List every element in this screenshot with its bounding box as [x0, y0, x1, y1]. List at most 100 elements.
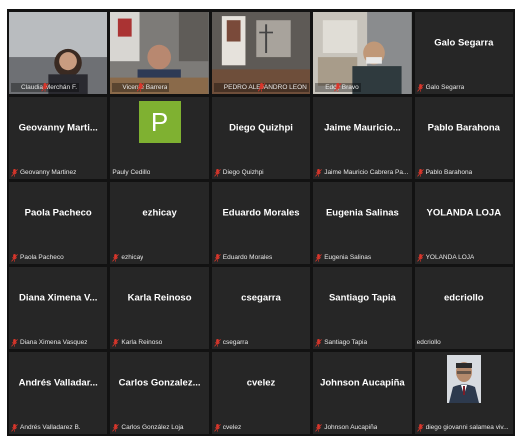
participant-name-label: PEDRO ALEJANDRO LEON — [213, 83, 309, 92]
participant-label-text: Pablo Barahona — [425, 169, 473, 176]
participant-tile[interactable]: cvelez cvelez — [211, 352, 311, 434]
mic-muted-icon — [213, 253, 221, 262]
participant-name-label: edcriollo — [417, 338, 441, 347]
participant-display-name: Diana Ximena V... — [19, 292, 98, 304]
mic-muted-icon — [316, 83, 342, 92]
participant-display-name: Carlos Gonzalez... — [118, 377, 201, 389]
participant-tile[interactable]: YOLANDA LOJA YOLANDA LOJA — [414, 182, 513, 264]
participant-display-name: Eduardo Morales — [222, 207, 300, 219]
mic-muted-icon — [213, 168, 221, 177]
participant-label-text: diego giovanni salamea viv... — [425, 424, 509, 431]
participant-name-label: Pablo Barahona — [416, 168, 473, 177]
participant-name-label: Carlos González Loja — [112, 423, 184, 432]
participant-name-label: Eugenia Salinas — [315, 253, 371, 262]
participant-tile[interactable]: Galo Segarra Galo Segarra — [414, 12, 513, 94]
participant-display-name: Galo Segarra — [434, 37, 494, 49]
participant-label-text: Diego Quizhpi — [222, 169, 264, 176]
participant-label-text: Diana Ximena Vasquez — [20, 339, 88, 346]
mic-muted-icon — [112, 253, 120, 262]
participant-label-text: Eduardo Morales — [222, 254, 273, 261]
participant-label-text: Eugenia Salinas — [324, 254, 372, 261]
participant-name-label: ezhicay — [112, 253, 143, 262]
participant-label-text: Andrés Valladarez B. — [20, 424, 81, 431]
participant-tile[interactable]: Diego Quizhpi Diego Quizhpi — [211, 97, 311, 179]
participant-display-name: Eugenia Salinas — [325, 207, 399, 219]
participant-label-text: Jaime Mauricio Cabrera Pa... — [324, 169, 409, 176]
participant-label-text: Johnson Aucapiña — [324, 424, 378, 431]
participant-label-text: csegarra — [222, 339, 249, 346]
participant-tile[interactable]: Eugenia Salinas Eugenia Salinas — [313, 182, 412, 264]
participant-label-text: Karla Reinoso — [121, 339, 163, 346]
participant-tile[interactable]: Vicente Barrera — [110, 12, 209, 94]
participant-name-label: Eduardo Morales — [213, 253, 273, 262]
mic-muted-icon — [11, 168, 18, 177]
participant-label-text: Pauly Cedillo — [112, 169, 151, 176]
participant-tile[interactable]: csegarra csegarra — [211, 267, 311, 349]
mic-muted-icon — [416, 168, 424, 177]
participant-display-name: Santiago Tapia — [328, 292, 396, 304]
participant-grid: Claudia Merchán F. Vicente Barrera PEDRO A… — [9, 12, 513, 434]
participant-tile[interactable]: Pablo Barahona Pablo Barahona — [414, 97, 513, 179]
participant-label-text: Galo Segarra — [425, 84, 465, 91]
participant-tile[interactable]: ezhicay ezhicay — [110, 182, 209, 264]
participant-tile[interactable]: Santiago Tapia Santiago Tapia — [313, 267, 412, 349]
participant-name-label: Diana Ximena Vasquez — [11, 338, 87, 347]
participant-tile[interactable]: Karla Reinoso Karla Reinoso — [110, 267, 209, 349]
mic-muted-icon — [113, 83, 145, 92]
mic-muted-icon — [213, 423, 221, 432]
participant-label-text: Geovanny Martinez — [20, 169, 77, 176]
participant-display-name: YOLANDA LOJA — [426, 207, 502, 219]
participant-display-name: Jaime Mauricio... — [324, 122, 401, 134]
participant-name-label: diego giovanni salamea viv... — [416, 423, 509, 432]
mic-muted-icon — [112, 338, 120, 347]
participant-tile[interactable]: Geovanny Marti... Geovanny Martinez — [9, 97, 108, 179]
mic-muted-icon — [11, 423, 18, 432]
mic-muted-icon — [11, 338, 18, 347]
participant-tile[interactable]: diego giovanni salamea viv... — [414, 352, 513, 434]
mic-muted-icon — [315, 253, 322, 262]
participant-video — [313, 12, 412, 94]
participant-tile[interactable]: edcriollo edcriollo — [414, 267, 513, 349]
participant-tile[interactable]: PEDRO ALEJANDRO LEON — [211, 12, 311, 94]
mic-muted-icon — [315, 338, 322, 347]
mic-muted-icon — [112, 423, 120, 432]
participant-label-text: cvelez — [222, 424, 242, 431]
participant-display-name: Paola Pacheco — [24, 207, 92, 219]
participant-photo — [446, 355, 481, 403]
participant-video — [9, 12, 108, 94]
participant-name-label: Andrés Valladarez B. — [11, 423, 81, 432]
participant-name-label: Karla Reinoso — [112, 338, 162, 347]
participant-display-name: cvelez — [246, 377, 276, 389]
participant-tile[interactable]: P Pauly Cedillo — [110, 97, 209, 179]
participant-tile[interactable]: Diana Ximena V... Diana Ximena Vasquez — [9, 267, 108, 349]
participant-tile[interactable]: Jaime Mauricio... Jaime Mauricio Cabrera … — [313, 97, 412, 179]
participant-display-name: Johnson Aucapiña — [320, 377, 405, 389]
participant-name-label: Diego Quizhpi — [213, 168, 264, 177]
participant-tile[interactable]: Eddy Bravo — [313, 12, 412, 94]
participant-name-label: Paola Pacheco — [11, 253, 64, 262]
gallery-view: Claudia Merchán F. Vicente Barrera PEDRO A… — [7, 9, 515, 436]
participant-tile[interactable]: Paola Pacheco Paola Pacheco — [9, 182, 108, 264]
participant-tile[interactable]: Claudia Merchán F. — [9, 12, 108, 94]
mic-muted-icon — [416, 423, 424, 432]
participant-tile[interactable]: Carlos Gonzalez... Carlos González Loja — [110, 352, 209, 434]
participant-tile[interactable]: Johnson Aucapiña Johnson Aucapiña — [313, 352, 412, 434]
participant-name-label: Geovanny Martinez — [11, 168, 76, 177]
participant-name-label: Santiago Tapia — [315, 338, 367, 347]
participant-display-name: ezhicay — [142, 207, 177, 219]
mic-muted-icon — [12, 83, 49, 92]
participant-name-label: Johnson Aucapiña — [315, 423, 377, 432]
participant-tile[interactable]: Andrés Valladar... Andrés Valladarez B. — [9, 352, 108, 434]
participant-display-name: Diego Quizhpi — [229, 122, 293, 134]
participant-video — [110, 12, 209, 94]
participant-name-label: cvelez — [213, 423, 242, 432]
participant-video — [211, 12, 311, 94]
mic-muted-icon — [315, 423, 322, 432]
participant-tile[interactable]: Eduardo Morales Eduardo Morales — [211, 182, 311, 264]
participant-label-text: ezhicay — [121, 254, 144, 261]
mic-muted-icon — [215, 83, 266, 92]
mic-muted-icon — [213, 338, 221, 347]
participant-name-label: YOLANDA LOJA — [416, 253, 474, 262]
participant-name-label: Claudia Merchán F. — [11, 83, 79, 92]
participant-label-text: Carlos González Loja — [121, 424, 184, 431]
